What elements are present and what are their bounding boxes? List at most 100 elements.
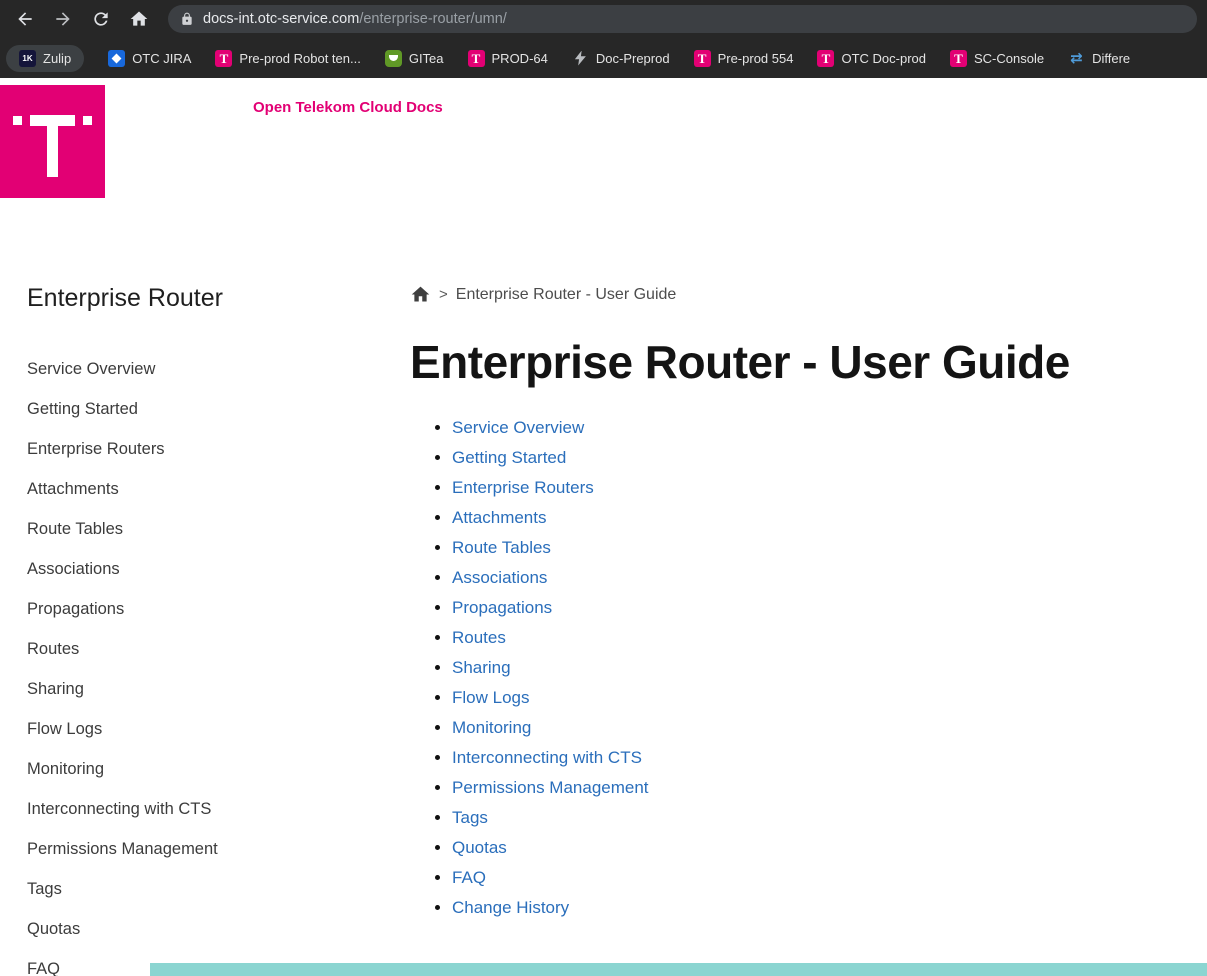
toc-link[interactable]: Monitoring [452,718,531,737]
forward-button[interactable] [48,4,78,34]
sidebar-item[interactable]: Enterprise Routers [27,429,390,469]
toc-item: Change History [452,893,1167,923]
toc-link[interactable]: Associations [452,568,547,587]
site-header: Open Telekom Cloud Docs [0,78,1207,198]
home-icon [130,11,148,26]
sidebar-item-label: Sharing [27,680,84,698]
header-right: Open Telekom Cloud Docs [253,85,443,198]
bookmark-item[interactable]: SC-Console [950,49,1045,67]
telekom-logo[interactable] [0,85,105,198]
toc-link[interactable]: Route Tables [452,538,551,557]
toc-item: Associations [452,563,1167,593]
url-text: docs-int.otc-service.com/enterprise-rout… [203,11,507,27]
sidebar-item[interactable]: Associations [27,549,390,589]
sidebar: Enterprise Router Service Overview Gettin… [0,198,410,976]
toc-link[interactable]: Permissions Management [452,778,649,797]
brand-title[interactable]: Open Telekom Cloud Docs [253,99,443,116]
url-host: docs-int.otc-service.com [203,11,360,27]
sidebar-item-label: FAQ [27,960,61,976]
toc-item: Tags [452,803,1167,833]
toc-link[interactable]: Change History [452,898,569,917]
address-bar[interactable]: docs-int.otc-service.com/enterprise-rout… [168,5,1197,33]
logo-dot-right [83,116,92,125]
breadcrumb: > Enterprise Router - User Guide [410,284,1167,305]
bookmark-label: Zulip [43,50,72,66]
toc-link[interactable]: Enterprise Routers [452,478,594,497]
favicon-icon [467,49,485,67]
toc-link[interactable]: Flow Logs [452,688,529,707]
bookmark-label: SC-Console [974,50,1045,66]
breadcrumb-home-icon[interactable] [410,284,431,305]
bookmark-item[interactable]: Differe [1068,50,1130,67]
sidebar-item-label: Interconnecting with CTS [27,800,212,818]
toc-item: Routes [452,623,1167,653]
toc-link[interactable]: Tags [452,808,488,827]
browser-chrome: docs-int.otc-service.com/enterprise-rout… [0,0,1207,78]
refresh-icon [94,12,108,26]
sidebar-item[interactable]: Tags [27,869,390,909]
bookmark-item[interactable]: OTC Doc-prod [817,49,926,67]
sidebar-item[interactable]: Monitoring [27,749,390,789]
bookmark-label: PROD-64 [491,50,548,66]
bookmark-item[interactable]: PROD-64 [467,49,548,67]
sidebar-item[interactable]: Flow Logs [27,709,390,749]
favicon-icon [1068,50,1085,67]
back-button[interactable] [10,4,40,34]
sidebar-item[interactable]: Sharing [27,669,390,709]
toc-item: Getting Started [452,443,1167,473]
main-content: > Enterprise Router - User Guide Enterpr… [410,198,1207,976]
home-button[interactable] [124,4,154,34]
sidebar-item-label: Quotas [27,920,81,938]
sidebar-item[interactable]: Propagations [27,589,390,629]
back-icon [18,12,32,26]
toc-link[interactable]: Propagations [452,598,552,617]
sidebar-item-label: Associations [27,560,120,578]
sidebar-item[interactable]: Permissions Management [27,829,390,869]
url-path: /enterprise-router/umn/ [359,11,507,27]
bookmark-item[interactable]: Pre-prod 554 [693,49,794,67]
bookmark-label: OTC JIRA [132,50,192,66]
sidebar-item[interactable]: Interconnecting with CTS [27,789,390,829]
toc-item: Quotas [452,833,1167,863]
sidebar-item-label: Getting Started [27,400,138,418]
toc-link[interactable]: Getting Started [452,448,566,467]
favicon-icon [950,49,967,67]
sidebar-item[interactable]: Route Tables [27,509,390,549]
bookmark-label: GITea [408,50,444,66]
sidebar-item[interactable]: Getting Started [27,389,390,429]
bookmark-item[interactable]: GITea [384,49,444,67]
toc-link[interactable]: Routes [452,628,506,647]
toc-link[interactable]: Attachments [452,508,547,527]
forward-icon [56,12,70,26]
toc-item: Interconnecting with CTS [452,743,1167,773]
sidebar-item-label: Route Tables [27,520,124,538]
sidebar-item[interactable]: Service Overview [27,349,390,389]
bookmark-item[interactable]: OTC JIRA [108,49,192,67]
favicon-icon [384,49,402,67]
toc-link[interactable]: Service Overview [452,418,584,437]
bookmark-item[interactable]: Zulip [6,44,85,72]
toc-item: Route Tables [452,533,1167,563]
sidebar-item[interactable]: Routes [27,629,390,669]
toc-link[interactable]: FAQ [452,868,486,887]
sidebar-item-label: Routes [27,640,80,658]
breadcrumb-separator: > [439,286,448,303]
toc-item: Service Overview [452,413,1167,443]
refresh-button[interactable] [86,4,116,34]
sidebar-title: Enterprise Router [27,284,223,312]
toc-link[interactable]: Sharing [452,658,511,677]
toc-link[interactable]: Interconnecting with CTS [452,748,642,767]
logo-t-stem [47,115,58,177]
logo-dot-left [13,116,22,125]
bookmark-label: Doc-Preprod [595,50,670,66]
toc-link[interactable]: Quotas [452,838,507,857]
bookmark-item[interactable]: Pre-prod Robot ten... [215,49,361,67]
lock-icon [182,12,192,25]
sidebar-item[interactable]: Attachments [27,469,390,509]
sidebar-item-label: Tags [27,880,62,898]
bookmark-label: Differe [1092,50,1131,66]
sidebar-item[interactable]: Quotas [27,909,390,949]
bookmark-label: Pre-prod 554 [717,50,794,66]
sidebar-list: Service Overview Getting Started Enterpris… [27,349,390,976]
bookmark-item[interactable]: Doc-Preprod [572,50,670,67]
